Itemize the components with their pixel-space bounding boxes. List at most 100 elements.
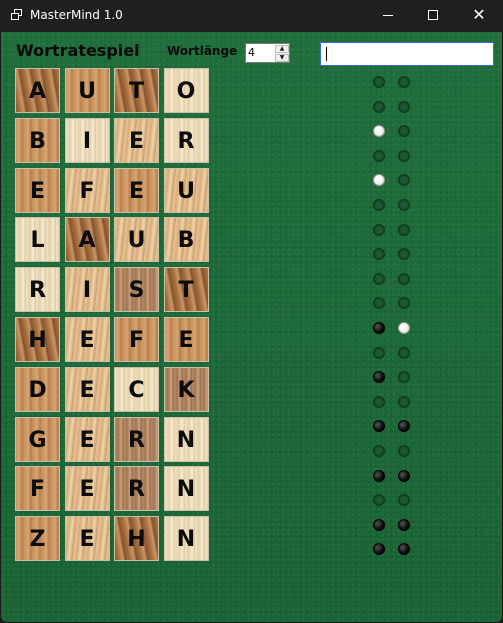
letter-tile: Z xyxy=(15,516,60,562)
letter-tile: K xyxy=(163,366,209,412)
letter-tile: E xyxy=(163,317,209,362)
feedback-pegs xyxy=(366,76,416,616)
feedback-peg-empty xyxy=(373,272,385,285)
feedback-peg-empty xyxy=(373,100,385,113)
maximize-button[interactable] xyxy=(410,0,456,32)
letter-tile: L xyxy=(15,217,60,263)
feedback-peg-black xyxy=(373,322,385,334)
feedback-peg-empty xyxy=(398,199,410,211)
letter-tile: N xyxy=(163,516,209,562)
letter-tile: C xyxy=(114,366,159,412)
feedback-peg-black xyxy=(373,371,385,384)
letter-tile: B xyxy=(163,217,209,263)
word-length-label: Wortlänge xyxy=(167,44,238,58)
feedback-peg-empty xyxy=(398,149,410,162)
word-length-stepper[interactable]: 4 ▲ ▼ xyxy=(245,43,290,63)
feedback-peg-empty xyxy=(373,199,385,211)
feedback-peg-empty xyxy=(398,174,410,187)
letter-tile: R xyxy=(114,466,159,512)
feedback-peg-empty xyxy=(398,125,410,138)
feedback-peg-empty xyxy=(373,149,385,162)
letter-tile: G xyxy=(15,416,60,462)
feedback-peg-empty xyxy=(398,76,410,88)
feedback-peg-empty xyxy=(373,76,385,88)
letter-tile: N xyxy=(163,466,209,512)
feedback-peg-black xyxy=(398,518,410,531)
letter-tile: E xyxy=(64,416,110,462)
feedback-peg-white xyxy=(373,125,385,138)
feedback-peg-empty xyxy=(373,297,385,310)
text-cursor xyxy=(326,47,327,61)
letter-tile: E xyxy=(15,167,60,213)
letter-tile: B xyxy=(15,117,60,163)
minimize-icon xyxy=(383,15,393,16)
window-title: MasterMind 1.0 xyxy=(30,8,123,22)
letter-tile: F xyxy=(114,317,159,362)
guess-board: AUTOBIEREFEULAUBRISTHEFEDECKGERNFERNZEHN xyxy=(15,68,211,564)
letter-tile: E xyxy=(64,317,110,362)
feedback-peg-empty xyxy=(398,297,410,310)
title-bar: MasterMind 1.0 ✕ xyxy=(0,0,503,32)
letter-tile: U xyxy=(163,167,209,213)
feedback-peg-black xyxy=(373,469,385,482)
app-window-icon xyxy=(11,9,23,21)
feedback-peg-empty xyxy=(398,223,410,236)
guess-input[interactable] xyxy=(325,45,485,63)
letter-tile: I xyxy=(64,117,110,163)
letter-tile: H xyxy=(114,516,159,562)
letter-tile: H xyxy=(15,317,60,362)
stepper-down-button[interactable]: ▼ xyxy=(275,54,289,62)
letter-tile: T xyxy=(114,68,159,113)
feedback-peg-empty xyxy=(373,248,385,261)
feedback-peg-white xyxy=(398,322,410,334)
feedback-peg-black xyxy=(398,543,410,556)
minimize-button[interactable] xyxy=(365,0,411,32)
letter-tile: S xyxy=(114,267,159,313)
game-heading: Wortratespiel xyxy=(16,41,140,60)
feedback-peg-empty xyxy=(373,223,385,236)
letter-tile: R xyxy=(15,267,60,313)
close-button[interactable]: ✕ xyxy=(456,0,502,32)
feedback-peg-black xyxy=(398,469,410,482)
letter-tile: R xyxy=(114,416,159,462)
letter-tile: A xyxy=(64,217,110,263)
feedback-peg-empty xyxy=(373,395,385,408)
feedback-peg-black xyxy=(373,518,385,531)
feedback-peg-empty xyxy=(373,346,385,359)
letter-tile: E xyxy=(64,366,110,412)
letter-tile: T xyxy=(163,267,209,313)
feedback-peg-black xyxy=(373,420,385,433)
letter-tile: F xyxy=(15,466,60,512)
feedback-peg-empty xyxy=(398,248,410,261)
letter-tile: A xyxy=(15,68,60,113)
feedback-peg-empty xyxy=(398,346,410,359)
feedback-peg-empty xyxy=(398,100,410,113)
feedback-peg-white xyxy=(373,174,385,187)
feedback-peg-empty xyxy=(373,445,385,457)
feedback-peg-empty xyxy=(398,395,410,408)
letter-tile: E xyxy=(114,117,159,163)
feedback-peg-empty xyxy=(373,494,385,507)
letter-tile: E xyxy=(114,167,159,213)
feedback-peg-empty xyxy=(398,272,410,285)
letter-tile: E xyxy=(64,466,110,512)
letter-tile: N xyxy=(163,416,209,462)
feedback-peg-black xyxy=(373,543,385,556)
letter-tile: U xyxy=(64,68,110,113)
feedback-peg-empty xyxy=(398,371,410,384)
feedback-peg-empty xyxy=(398,445,410,457)
feedback-peg-black xyxy=(398,420,410,433)
letter-tile: U xyxy=(114,217,159,263)
feedback-peg-empty xyxy=(398,494,410,507)
letter-tile: F xyxy=(64,167,110,213)
close-icon: ✕ xyxy=(472,5,486,24)
maximize-icon xyxy=(428,10,438,20)
letter-tile: E xyxy=(64,516,110,562)
game-area: Wortratespiel Wortlänge 4 ▲ ▼ AUTOBIEREF… xyxy=(1,32,502,622)
guess-input-box[interactable] xyxy=(320,42,494,66)
stepper-up-button[interactable]: ▲ xyxy=(275,45,289,53)
word-length-value: 4 xyxy=(248,46,255,59)
letter-tile: R xyxy=(163,117,209,163)
letter-tile: O xyxy=(163,68,209,113)
letter-tile: D xyxy=(15,366,60,412)
